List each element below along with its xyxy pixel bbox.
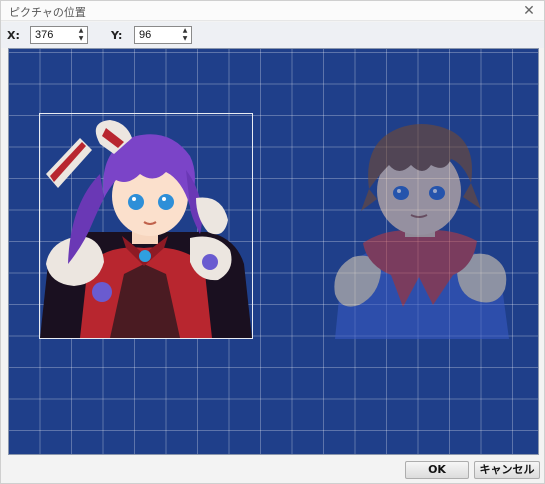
y-value[interactable]: 96 (139, 29, 151, 41)
y-label: Y: (111, 29, 123, 42)
x-up-arrow-icon[interactable]: ▲ (76, 27, 86, 35)
x-label: X: (7, 29, 20, 42)
y-spin-arrows[interactable]: ▲ ▼ (180, 27, 190, 43)
position-toolbar: X: 376 ▲ ▼ Y: 96 ▲ ▼ (1, 22, 544, 48)
y-spinbox[interactable]: 96 ▲ ▼ (134, 26, 192, 44)
x-spin-arrows[interactable]: ▲ ▼ (76, 27, 86, 43)
cancel-button[interactable]: キャンセル (474, 461, 540, 479)
picture-position-dialog: ピクチャの位置 ✕ X: 376 ▲ ▼ Y: 96 ▲ ▼ OK キャンセル (0, 0, 545, 484)
x-down-arrow-icon[interactable]: ▼ (76, 35, 86, 43)
y-up-arrow-icon[interactable]: ▲ (180, 27, 190, 35)
dialog-title: ピクチャの位置 (9, 6, 86, 19)
x-value[interactable]: 376 (35, 29, 53, 41)
ok-button[interactable]: OK (405, 461, 469, 479)
selected-picture[interactable] (39, 113, 253, 339)
position-canvas[interactable] (8, 48, 539, 455)
reference-picture (327, 119, 513, 339)
y-down-arrow-icon[interactable]: ▼ (180, 35, 190, 43)
close-icon[interactable]: ✕ (520, 2, 538, 20)
dialog-footer: OK キャンセル (1, 456, 544, 484)
title-bar: ピクチャの位置 ✕ (1, 1, 544, 21)
x-spinbox[interactable]: 376 ▲ ▼ (30, 26, 88, 44)
